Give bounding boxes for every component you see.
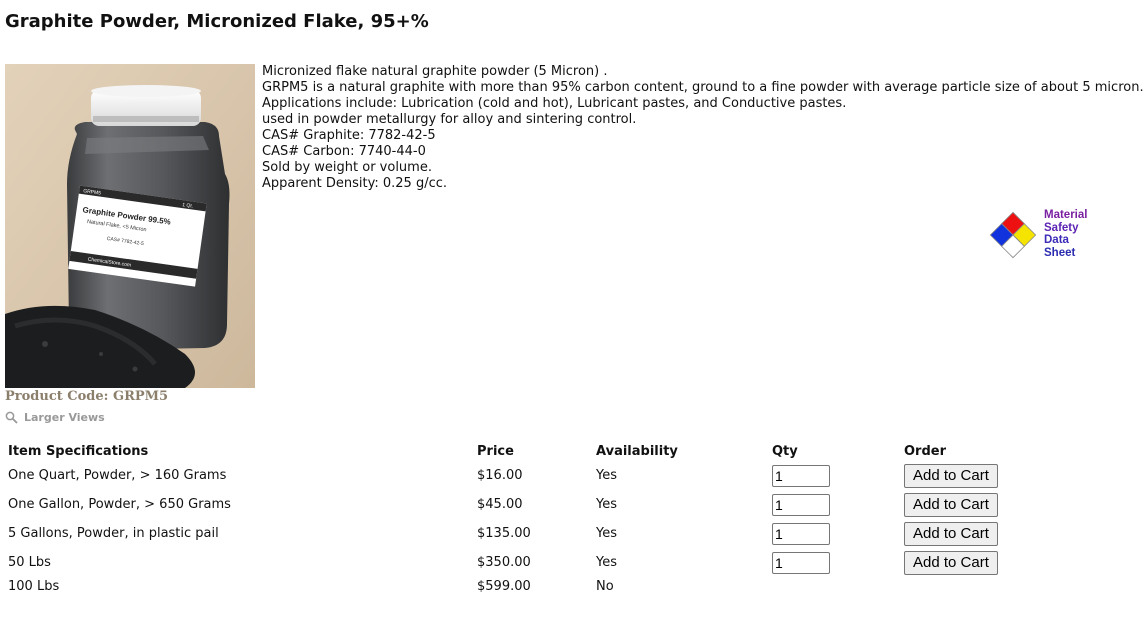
magnifier-icon [5, 411, 18, 424]
table-row: 5 Gallons, Powder, in plastic pail $135.… [4, 519, 1038, 548]
larger-views-label: Larger Views [24, 411, 105, 424]
msds-line: Safety [1044, 221, 1079, 234]
table-row: 50 Lbs $350.00 Yes Add to Cart [4, 548, 1038, 577]
qty-cell [768, 461, 900, 490]
item-price: $16.00 [477, 468, 523, 483]
product-description: Micronized flake natural graphite powder… [262, 64, 1144, 192]
qty-cell [768, 490, 900, 519]
item-price: $45.00 [477, 497, 523, 512]
item-availability: Yes [596, 468, 617, 483]
add-to-cart-button[interactable]: Add to Cart [904, 492, 998, 517]
description-line: Apparent Density: 0.25 g/cc. [262, 176, 448, 191]
qty-input[interactable] [772, 522, 830, 545]
product-page: Graphite Powder, Micronized Flake, 95+% [0, 0, 1147, 623]
item-spec: 100 Lbs [8, 579, 60, 594]
add-to-cart-button[interactable]: Add to Cart [904, 521, 998, 546]
product-code: Product Code: GRPM5 [5, 389, 169, 404]
hazard-diamond-icon [989, 211, 1037, 259]
items-table: Item Specifications Price Availability Q… [4, 441, 1038, 596]
description-line: Sold by weight or volume. [262, 160, 432, 175]
msds-line: Data [1044, 234, 1069, 246]
item-price: $135.00 [477, 526, 531, 541]
item-price: $350.00 [477, 555, 531, 570]
msds-link[interactable]: Material Safety Data Sheet [988, 208, 1098, 262]
item-availability: No [596, 579, 614, 594]
qty-cell [768, 519, 900, 548]
order-cell: Add to Cart [900, 461, 1038, 490]
table-row: One Quart, Powder, > 160 Grams $16.00 Ye… [4, 461, 1038, 490]
description-line: Applications include: Lubrication (cold … [262, 96, 847, 111]
qty-cell [768, 548, 900, 577]
order-cell [900, 577, 1038, 596]
product-jar-illustration: GRPM5 1 Qt. Graphite Powder 99.5% Natura… [5, 64, 255, 388]
item-spec: One Quart, Powder, > 160 Grams [8, 468, 227, 483]
order-cell: Add to Cart [900, 548, 1038, 577]
header-availability: Availability [596, 443, 678, 459]
item-spec: 50 Lbs [8, 555, 51, 570]
description-line: CAS# Carbon: 7740-44-0 [262, 144, 426, 159]
item-spec: One Gallon, Powder, > 650 Grams [8, 497, 231, 512]
page-title: Graphite Powder, Micronized Flake, 95+% [5, 11, 429, 32]
item-availability: Yes [596, 497, 617, 512]
larger-views-link[interactable]: Larger Views [5, 411, 105, 424]
item-availability: Yes [596, 555, 617, 570]
qty-cell [768, 577, 900, 596]
table-header-row: Item Specifications Price Availability Q… [4, 441, 1038, 461]
msds-line: Sheet [1044, 246, 1076, 259]
table-row: 100 Lbs $599.00 No [4, 577, 1038, 596]
qty-input[interactable] [772, 551, 830, 574]
order-cell: Add to Cart [900, 490, 1038, 519]
add-to-cart-button[interactable]: Add to Cart [904, 463, 998, 488]
msds-label: Material Safety Data Sheet [1044, 209, 1087, 259]
description-line: used in powder metallurgy for alloy and … [262, 112, 637, 127]
order-cell: Add to Cart [900, 519, 1038, 548]
description-line: CAS# Graphite: 7782-42-5 [262, 128, 436, 143]
header-item-specifications: Item Specifications [8, 443, 149, 459]
msds-line: Material [1044, 209, 1088, 221]
qty-input[interactable] [772, 464, 830, 487]
add-to-cart-button[interactable]: Add to Cart [904, 550, 998, 575]
header-price: Price [477, 443, 514, 459]
item-price: $599.00 [477, 579, 531, 594]
item-availability: Yes [596, 526, 617, 541]
header-order: Order [904, 443, 946, 459]
header-qty: Qty [772, 443, 798, 459]
qty-input[interactable] [772, 493, 830, 516]
item-spec: 5 Gallons, Powder, in plastic pail [8, 526, 219, 541]
description-line: GRPM5 is a natural graphite with more th… [262, 80, 1144, 95]
product-image[interactable]: GRPM5 1 Qt. Graphite Powder 99.5% Natura… [5, 64, 255, 388]
table-row: One Gallon, Powder, > 650 Grams $45.00 Y… [4, 490, 1038, 519]
description-line: Micronized flake natural graphite powder… [262, 64, 608, 79]
